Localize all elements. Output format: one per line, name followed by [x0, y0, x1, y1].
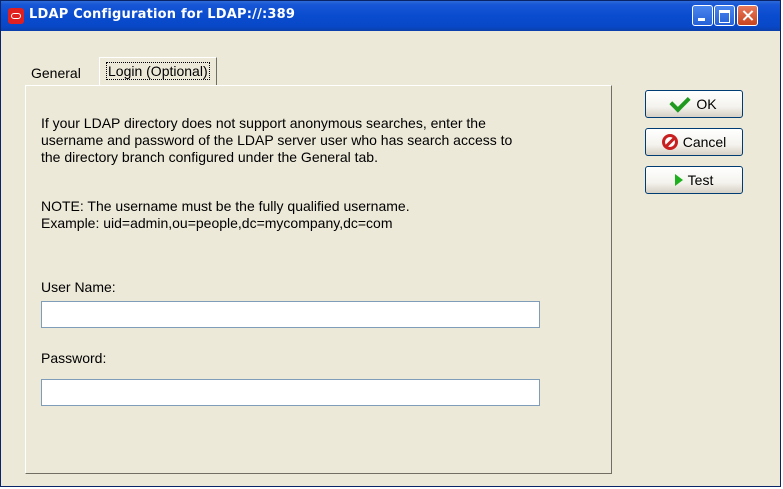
note-line: Example: uid=admin,ou=people,dc=mycompan…: [41, 215, 393, 231]
maximize-button[interactable]: [714, 5, 735, 26]
tab-general[interactable]: General: [25, 60, 87, 86]
close-button[interactable]: [737, 5, 758, 26]
description-line: the directory branch configured under th…: [41, 149, 378, 165]
description-text: If your LDAP directory does not support …: [41, 115, 512, 166]
description-line: username and password of the LDAP server…: [41, 132, 513, 148]
test-button[interactable]: Test: [645, 166, 743, 194]
test-button-label: Test: [687, 172, 714, 188]
username-input[interactable]: [41, 301, 540, 328]
login-panel: If your LDAP directory does not support …: [25, 85, 612, 474]
tab-login-optional[interactable]: Login (Optional): [99, 57, 217, 85]
cancel-button-label: Cancel: [682, 134, 727, 150]
cancel-button[interactable]: Cancel: [645, 128, 743, 156]
ldap-config-dialog: LDAP Configuration for LDAP://:389 Gener…: [0, 0, 781, 487]
checkmark-icon: [669, 90, 691, 113]
stop-icon: [661, 134, 678, 150]
description-line: If your LDAP directory does not support …: [41, 115, 486, 131]
password-input[interactable]: [41, 379, 540, 406]
ok-button-label: OK: [696, 96, 717, 112]
tab-login-label: Login (Optional): [106, 62, 210, 80]
oracle-icon: [8, 8, 24, 24]
play-icon: [674, 174, 683, 186]
password-label: Password:: [41, 350, 107, 366]
ok-button[interactable]: OK: [645, 90, 743, 118]
note-line: NOTE: The username must be the fully qua…: [41, 198, 410, 214]
username-label: User Name:: [41, 279, 116, 295]
note-text: NOTE: The username must be the fully qua…: [41, 198, 410, 232]
minimize-button[interactable]: [692, 5, 713, 26]
window-title: LDAP Configuration for LDAP://:389: [29, 7, 296, 22]
title-bar[interactable]: LDAP Configuration for LDAP://:389: [1, 1, 780, 31]
